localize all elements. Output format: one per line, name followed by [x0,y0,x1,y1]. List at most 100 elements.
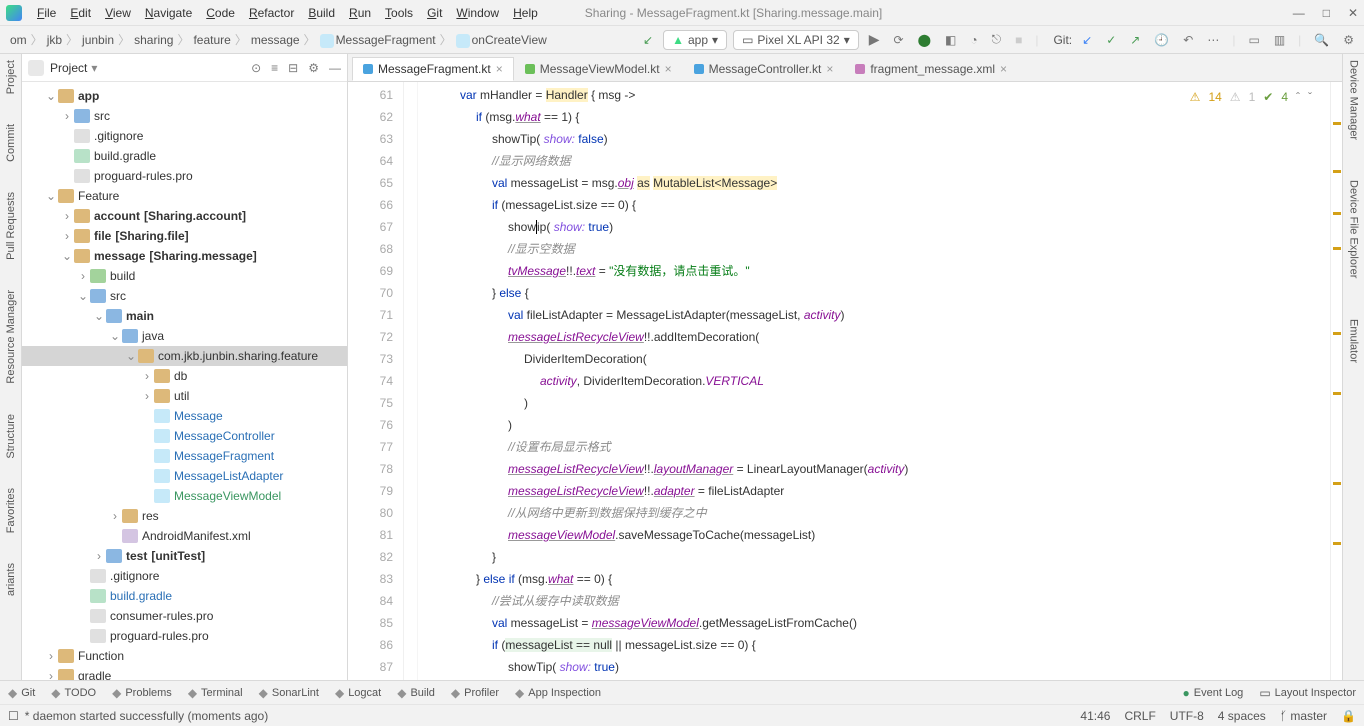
chevron-down-icon[interactable]: ⌄ [76,289,90,303]
tree-node[interactable]: ⌄java [22,326,347,346]
menu-git[interactable]: Git [420,3,449,23]
breadcrumb[interactable]: junbin [78,33,118,47]
git-push-icon[interactable]: ↗ [1126,33,1144,47]
chevron-down-icon[interactable]: ⌄ [124,349,138,363]
menu-window[interactable]: Window [449,3,506,23]
bottom-tool-todo[interactable]: ◆ TODO [51,686,96,700]
sdk-icon[interactable]: ▥ [1270,33,1289,47]
sync-icon[interactable]: ↙ [639,33,657,47]
readonly-lock-icon[interactable]: 🔒 [1341,709,1356,723]
chevron-right-icon[interactable]: › [140,389,154,403]
git-branch[interactable]: ᚶ master [1280,709,1327,723]
expand-all-icon[interactable]: ≡ [271,61,278,75]
line-separator[interactable]: CRLF [1124,709,1155,723]
avd-icon[interactable]: ▭ [1244,33,1263,47]
tree-node[interactable]: ›Function [22,646,347,666]
chevron-down-icon[interactable]: ⌄ [92,309,106,323]
git-commit-icon[interactable]: ✓ [1102,33,1120,47]
tree-node[interactable]: ›db [22,366,347,386]
breadcrumb[interactable]: jkb [43,33,66,47]
bottom-tool-app-inspection[interactable]: ◆ App Inspection [515,686,601,700]
menu-run[interactable]: Run [342,3,378,23]
tree-node[interactable]: MessageListAdapter [22,466,347,486]
bottom-tool-event-log[interactable]: ● Event Log [1183,686,1244,700]
tree-node[interactable]: build.gradle [22,146,347,166]
tool-pull-requests[interactable]: Pull Requests [5,192,17,260]
stop-icon[interactable]: ■ [1011,33,1026,47]
tree-node[interactable]: ⌄app [22,86,347,106]
tool-project[interactable]: Project [5,60,17,94]
tree-node[interactable]: proguard-rules.pro [22,166,347,186]
tree-node[interactable]: ⌄Feature [22,186,347,206]
git-rollback-icon[interactable]: ↶ [1179,33,1197,47]
tree-node[interactable]: consumer-rules.pro [22,606,347,626]
code-content[interactable]: var mHandler = Handler { msg ->if (msg.w… [418,82,1330,680]
tree-node[interactable]: ⌄src [22,286,347,306]
tree-node[interactable]: ⌄message[Sharing.message] [22,246,347,266]
breadcrumb[interactable]: onCreateView [452,33,551,47]
menu-file[interactable]: File [30,3,63,23]
close-icon[interactable]: ✕ [1348,6,1358,20]
bottom-tool-profiler[interactable]: ◆ Profiler [451,686,499,700]
tree-node[interactable]: ›util [22,386,347,406]
debug-icon[interactable]: ⬤ [914,33,935,47]
editor-tab[interactable]: MessageViewModel.kt× [514,57,683,81]
tree-node[interactable]: ›build [22,266,347,286]
settings-icon[interactable]: ⚙ [1339,33,1358,47]
editor-tab[interactable]: MessageController.kt× [683,57,845,81]
chevron-right-icon[interactable]: › [108,509,122,523]
editor-tab[interactable]: MessageFragment.kt× [352,57,514,81]
breadcrumb[interactable]: message [247,33,304,47]
collapse-all-icon[interactable]: ⊟ [288,61,298,75]
chevron-up-icon[interactable]: ˆ [1296,86,1300,108]
menu-refactor[interactable]: Refactor [242,3,301,23]
chevron-down-icon[interactable]: ▾ [91,61,97,75]
chevron-down-icon[interactable]: ⌄ [60,249,74,263]
bottom-tool-layout-inspector[interactable]: ▭ Layout Inspector [1259,686,1356,700]
file-encoding[interactable]: UTF-8 [1170,709,1204,723]
tool-emulator[interactable]: Emulator [1348,319,1360,363]
attach-icon[interactable]: ⎋ [988,32,1006,47]
code-editor[interactable]: ⚠14 ⚠1 ✔4 ˆ ˇ 61626364656667686970717273… [348,82,1342,680]
chevron-right-icon[interactable]: › [140,369,154,383]
tree-node[interactable]: proguard-rules.pro [22,626,347,646]
chevron-right-icon[interactable]: › [44,649,58,663]
breadcrumb[interactable]: feature [189,33,234,47]
settings-icon[interactable]: ⚙ [308,61,319,75]
bottom-tool-terminal[interactable]: ◆ Terminal [188,686,243,700]
git-update-icon[interactable]: ↙ [1078,33,1096,47]
tree-node[interactable]: .gitignore [22,566,347,586]
tool-commit[interactable]: Commit [5,124,17,162]
tree-node[interactable]: MessageViewModel [22,486,347,506]
menu-help[interactable]: Help [506,3,545,23]
chevron-down-icon[interactable]: ⌄ [108,329,122,343]
run-button[interactable]: ▶ [865,31,884,48]
inspection-summary[interactable]: ⚠14 ⚠1 ✔4 ˆ ˇ [1190,86,1312,108]
search-icon[interactable]: 🔍 [1310,33,1333,47]
tree-node[interactable]: MessageFragment [22,446,347,466]
tool-device-manager[interactable]: Device Manager [1348,60,1360,140]
tool-resource-manager[interactable]: Resource Manager [5,290,17,384]
chevron-down-icon[interactable]: ˇ [1308,86,1312,108]
bottom-tool-sonarlint[interactable]: ◆ SonarLint [259,686,319,700]
chevron-right-icon[interactable]: › [92,549,106,563]
tree-node[interactable]: MessageController [22,426,347,446]
select-opened-icon[interactable]: ⊙ [251,61,261,75]
bottom-tool-git[interactable]: ◆ Git [8,686,35,700]
breadcrumb[interactable]: MessageFragment [316,33,440,47]
device-selector[interactable]: ▭ Pixel XL API 32 ▾ [733,30,859,50]
apply-changes-icon[interactable]: ⟳ [890,33,908,47]
more-icon[interactable]: ⋯ [1203,33,1223,47]
close-tab-icon[interactable]: × [665,62,672,76]
tool-ariants[interactable]: ariants [5,563,17,596]
hide-icon[interactable]: — [329,61,341,75]
indent-setting[interactable]: 4 spaces [1218,709,1266,723]
editor-tab[interactable]: fragment_message.xml× [844,57,1018,81]
tree-node[interactable]: Message [22,406,347,426]
tree-node[interactable]: ›test[unitTest] [22,546,347,566]
menu-tools[interactable]: Tools [378,3,420,23]
error-stripe[interactable] [1330,82,1342,680]
close-tab-icon[interactable]: × [496,62,503,76]
chevron-right-icon[interactable]: › [60,109,74,123]
tree-node[interactable]: .gitignore [22,126,347,146]
